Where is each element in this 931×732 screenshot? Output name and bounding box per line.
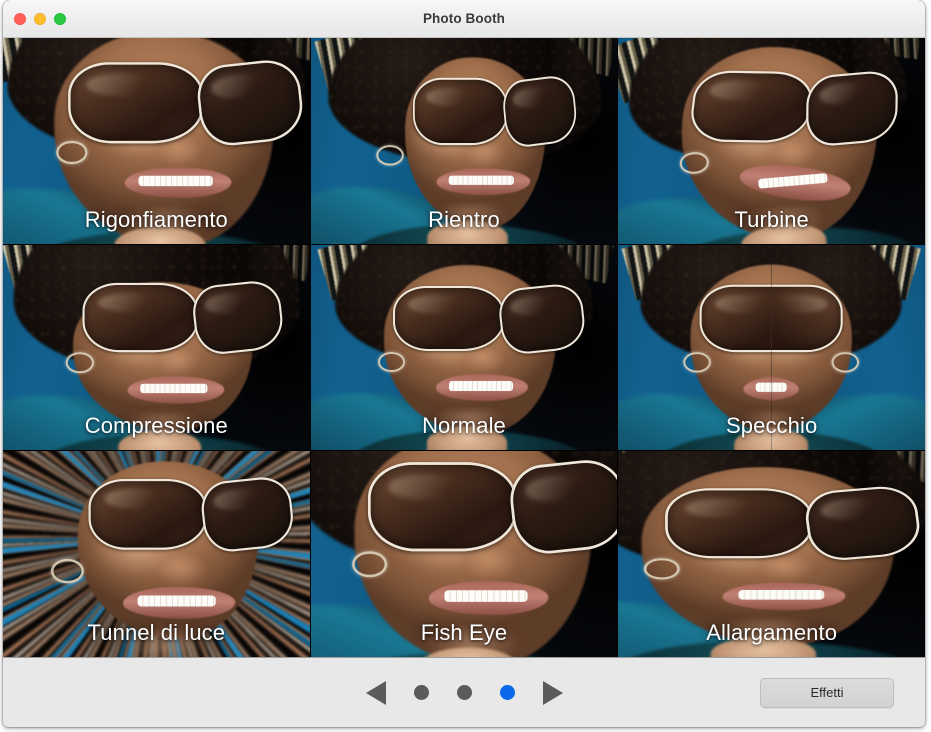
bottom-toolbar: Effetti bbox=[3, 658, 925, 727]
minimize-window-button[interactable] bbox=[34, 12, 46, 25]
effects-button[interactable]: Effetti bbox=[760, 677, 894, 708]
triangle-left-icon[interactable] bbox=[365, 680, 386, 705]
effect-preview-image bbox=[3, 244, 310, 451]
triangle-right-icon[interactable] bbox=[542, 680, 563, 705]
effect-cell-turbine[interactable]: Turbine bbox=[618, 38, 925, 244]
effect-preview-image bbox=[310, 451, 618, 657]
window-titlebar: Photo Booth bbox=[3, 0, 925, 38]
effect-cell-compressione[interactable]: Compressione bbox=[3, 244, 310, 451]
effect-cell-tunnel-di-luce[interactable]: Tunnel di luce bbox=[3, 451, 310, 657]
effect-preview-image bbox=[3, 451, 310, 657]
page-dot-3[interactable] bbox=[499, 685, 515, 700]
effect-cell-normale[interactable]: Normale bbox=[310, 244, 618, 451]
effect-preview-image bbox=[310, 38, 618, 244]
page-dot-2[interactable] bbox=[456, 685, 472, 700]
effect-preview-image bbox=[618, 244, 925, 451]
effect-preview-image bbox=[618, 451, 925, 657]
effect-preview-image bbox=[3, 38, 310, 244]
effects-grid: Rigonfiamento Rientro Turbine Compressio… bbox=[3, 38, 925, 658]
effect-cell-rigonfiamento[interactable]: Rigonfiamento bbox=[3, 38, 310, 244]
effect-cell-specchio[interactable]: Specchio bbox=[618, 244, 925, 451]
traffic-light-group bbox=[14, 0, 66, 37]
effect-preview-image bbox=[310, 244, 618, 451]
effect-cell-fish-eye[interactable]: Fish Eye bbox=[310, 451, 618, 657]
page-dot-1[interactable] bbox=[413, 685, 429, 700]
window-title: Photo Booth bbox=[422, 11, 506, 26]
effect-preview-image bbox=[618, 38, 925, 244]
close-window-button[interactable] bbox=[14, 12, 26, 25]
effect-cell-rientro[interactable]: Rientro bbox=[310, 38, 618, 244]
photo-booth-window: Photo Booth Rigonfiamento Rientro Turbin… bbox=[3, 0, 925, 727]
zoom-window-button[interactable] bbox=[54, 12, 66, 25]
effect-cell-allargamento[interactable]: Allargamento bbox=[618, 451, 925, 657]
